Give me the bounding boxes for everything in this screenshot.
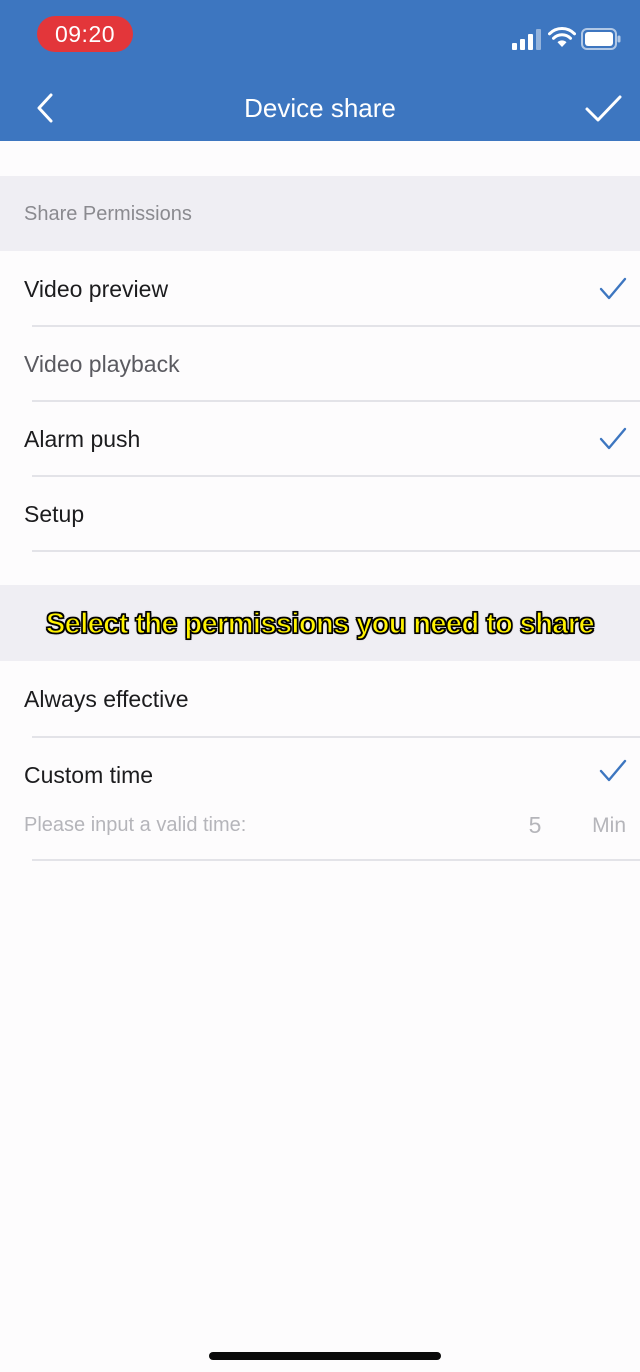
cellular-signal-icon (512, 29, 541, 50)
time-unit-label: Min (592, 814, 626, 837)
checkmark-icon (599, 427, 627, 450)
row-label: Alarm push (24, 426, 141, 452)
checkmark-icon (585, 95, 622, 122)
battery-icon (581, 28, 621, 50)
divider (32, 859, 640, 861)
checkmark-icon (599, 277, 627, 300)
permission-row-video-playback[interactable]: Video playback (0, 327, 640, 402)
row-label: Video playback (24, 351, 180, 377)
divider (32, 550, 640, 552)
checkmark-icon (599, 759, 627, 782)
section-label: Share Permissions (24, 203, 192, 225)
home-indicator (209, 1352, 441, 1360)
confirm-button[interactable] (582, 88, 626, 128)
row-label: Custom time (24, 762, 154, 788)
row-label: Always effective (24, 686, 189, 712)
time-input-field[interactable]: 5 (520, 812, 550, 839)
row-label: Video preview (24, 276, 169, 302)
wifi-icon (548, 27, 576, 47)
permission-row-setup[interactable]: Setup (0, 477, 640, 552)
custom-time-input-row: Please input a valid time: 5 Min (0, 806, 640, 850)
validity-row-always-effective[interactable]: Always effective (0, 662, 640, 737)
app-header: 09:20 Device share (0, 0, 640, 141)
page-title: Device share (244, 93, 396, 123)
status-time: 09:20 (37, 16, 133, 52)
validity-row-custom-time[interactable]: Custom time (0, 738, 640, 806)
section-header-permissions: Share Permissions (0, 176, 640, 251)
video-caption: Select the permissions you need to share (45, 607, 595, 640)
time-input-prompt: Please input a valid time: (24, 814, 247, 836)
permission-row-video-preview[interactable]: Video preview (0, 252, 640, 327)
row-label: Setup (24, 501, 85, 527)
permission-row-alarm-push[interactable]: Alarm push (0, 402, 640, 477)
